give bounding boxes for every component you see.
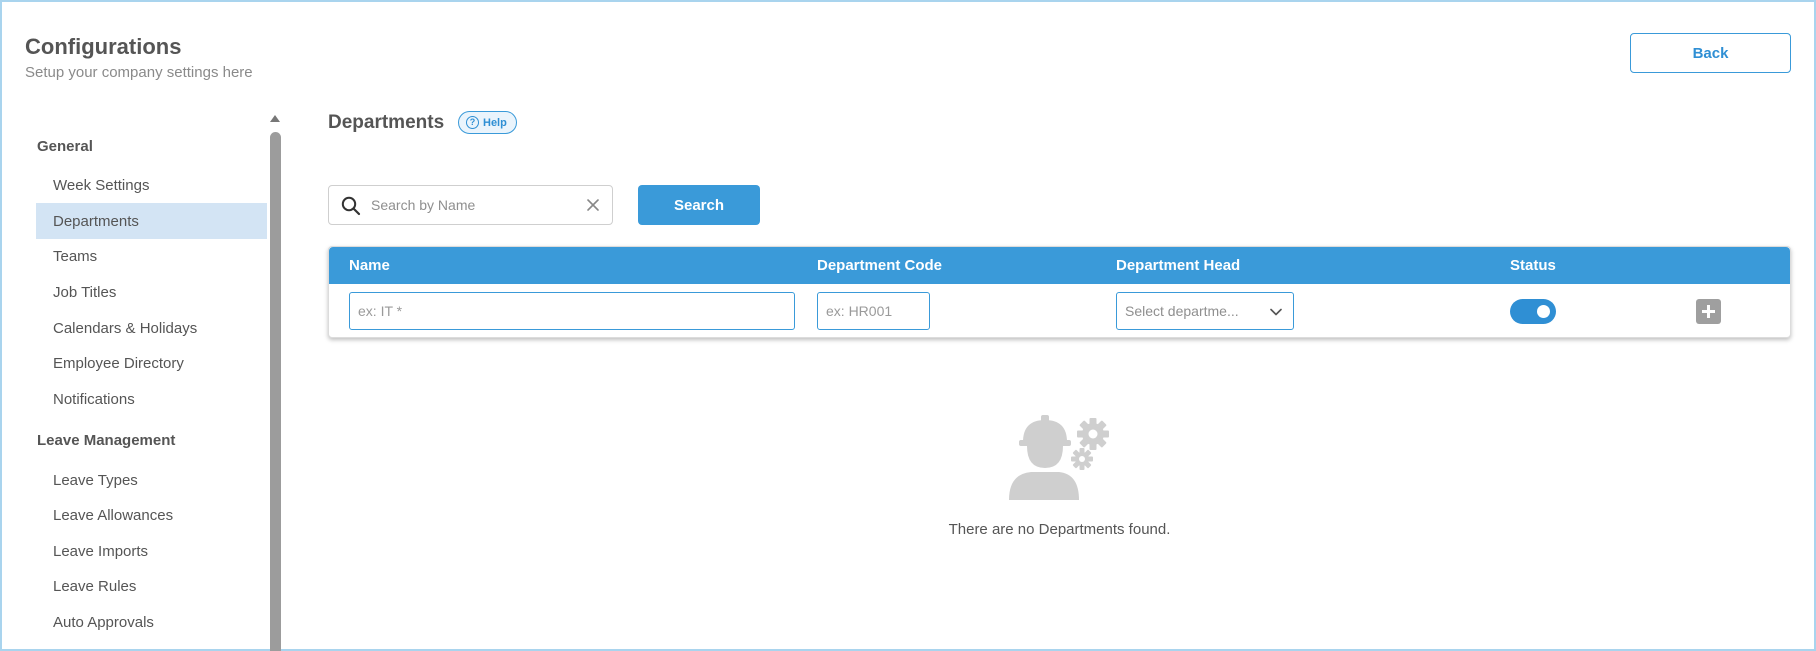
- worker-gears-icon: [1009, 415, 1109, 500]
- sidebar-item-calendars-holidays[interactable]: Calendars & Holidays: [36, 310, 267, 346]
- close-icon[interactable]: [585, 197, 601, 213]
- sidebar-item-leave-types[interactable]: Leave Types: [36, 462, 267, 498]
- department-head-select-value: Select departme...: [1125, 303, 1239, 319]
- sidebar-section-general: General: [37, 138, 93, 155]
- page-subtitle: Setup your company settings here: [25, 64, 253, 81]
- sidebar-section-leave-management: Leave Management: [37, 432, 176, 449]
- chevron-down-icon: [1270, 308, 1282, 316]
- sidebar-item-auto-approvals[interactable]: Auto Approvals: [36, 604, 267, 640]
- table-header: Name Department Code Department Head Sta…: [329, 247, 1790, 284]
- sidebar-item-notifications[interactable]: Notifications: [36, 381, 267, 417]
- column-header-department-code: Department Code: [817, 257, 943, 274]
- department-name-input[interactable]: [349, 292, 795, 330]
- sidebar-item-leave-imports[interactable]: Leave Imports: [36, 533, 267, 569]
- sidebar-item-week-settings[interactable]: Week Settings: [36, 167, 267, 203]
- help-button[interactable]: ? Help: [458, 111, 517, 134]
- search-button[interactable]: Search: [638, 185, 760, 225]
- sidebar-scrollbar[interactable]: [270, 132, 281, 651]
- search-icon: [341, 196, 361, 216]
- sidebar-item-job-titles[interactable]: Job Titles: [36, 274, 267, 310]
- sidebar: General Week Settings Departments Teams …: [36, 120, 267, 651]
- help-label: Help: [483, 116, 507, 129]
- empty-state-message: There are no Departments found.: [948, 521, 1171, 538]
- search-input[interactable]: [371, 194, 571, 216]
- departments-table: Name Department Code Department Head Sta…: [328, 246, 1791, 338]
- back-button[interactable]: Back: [1630, 33, 1791, 73]
- status-toggle-knob: [1537, 305, 1550, 318]
- status-toggle[interactable]: [1510, 299, 1556, 324]
- app-frame: Configurations Setup your company settin…: [0, 0, 1816, 651]
- section-title: Departments: [328, 112, 445, 133]
- sidebar-item-teams[interactable]: Teams: [36, 238, 267, 274]
- help-icon: ?: [466, 116, 479, 129]
- sidebar-item-departments[interactable]: Departments: [36, 203, 267, 239]
- sidebar-item-leave-rules[interactable]: Leave Rules: [36, 568, 267, 604]
- column-header-department-head: Department Head: [1116, 257, 1241, 274]
- department-head-select[interactable]: Select departme...: [1116, 292, 1294, 330]
- add-department-button[interactable]: [1696, 299, 1721, 324]
- plus-icon: [1702, 305, 1715, 318]
- scrollbar-up-arrow[interactable]: [270, 115, 280, 122]
- search-field: [328, 185, 613, 225]
- page-title: Configurations: [25, 34, 182, 59]
- department-code-input[interactable]: [817, 292, 930, 330]
- sidebar-item-employee-directory[interactable]: Employee Directory: [36, 345, 267, 381]
- column-header-status: Status: [1510, 257, 1556, 274]
- column-header-name: Name: [349, 257, 390, 274]
